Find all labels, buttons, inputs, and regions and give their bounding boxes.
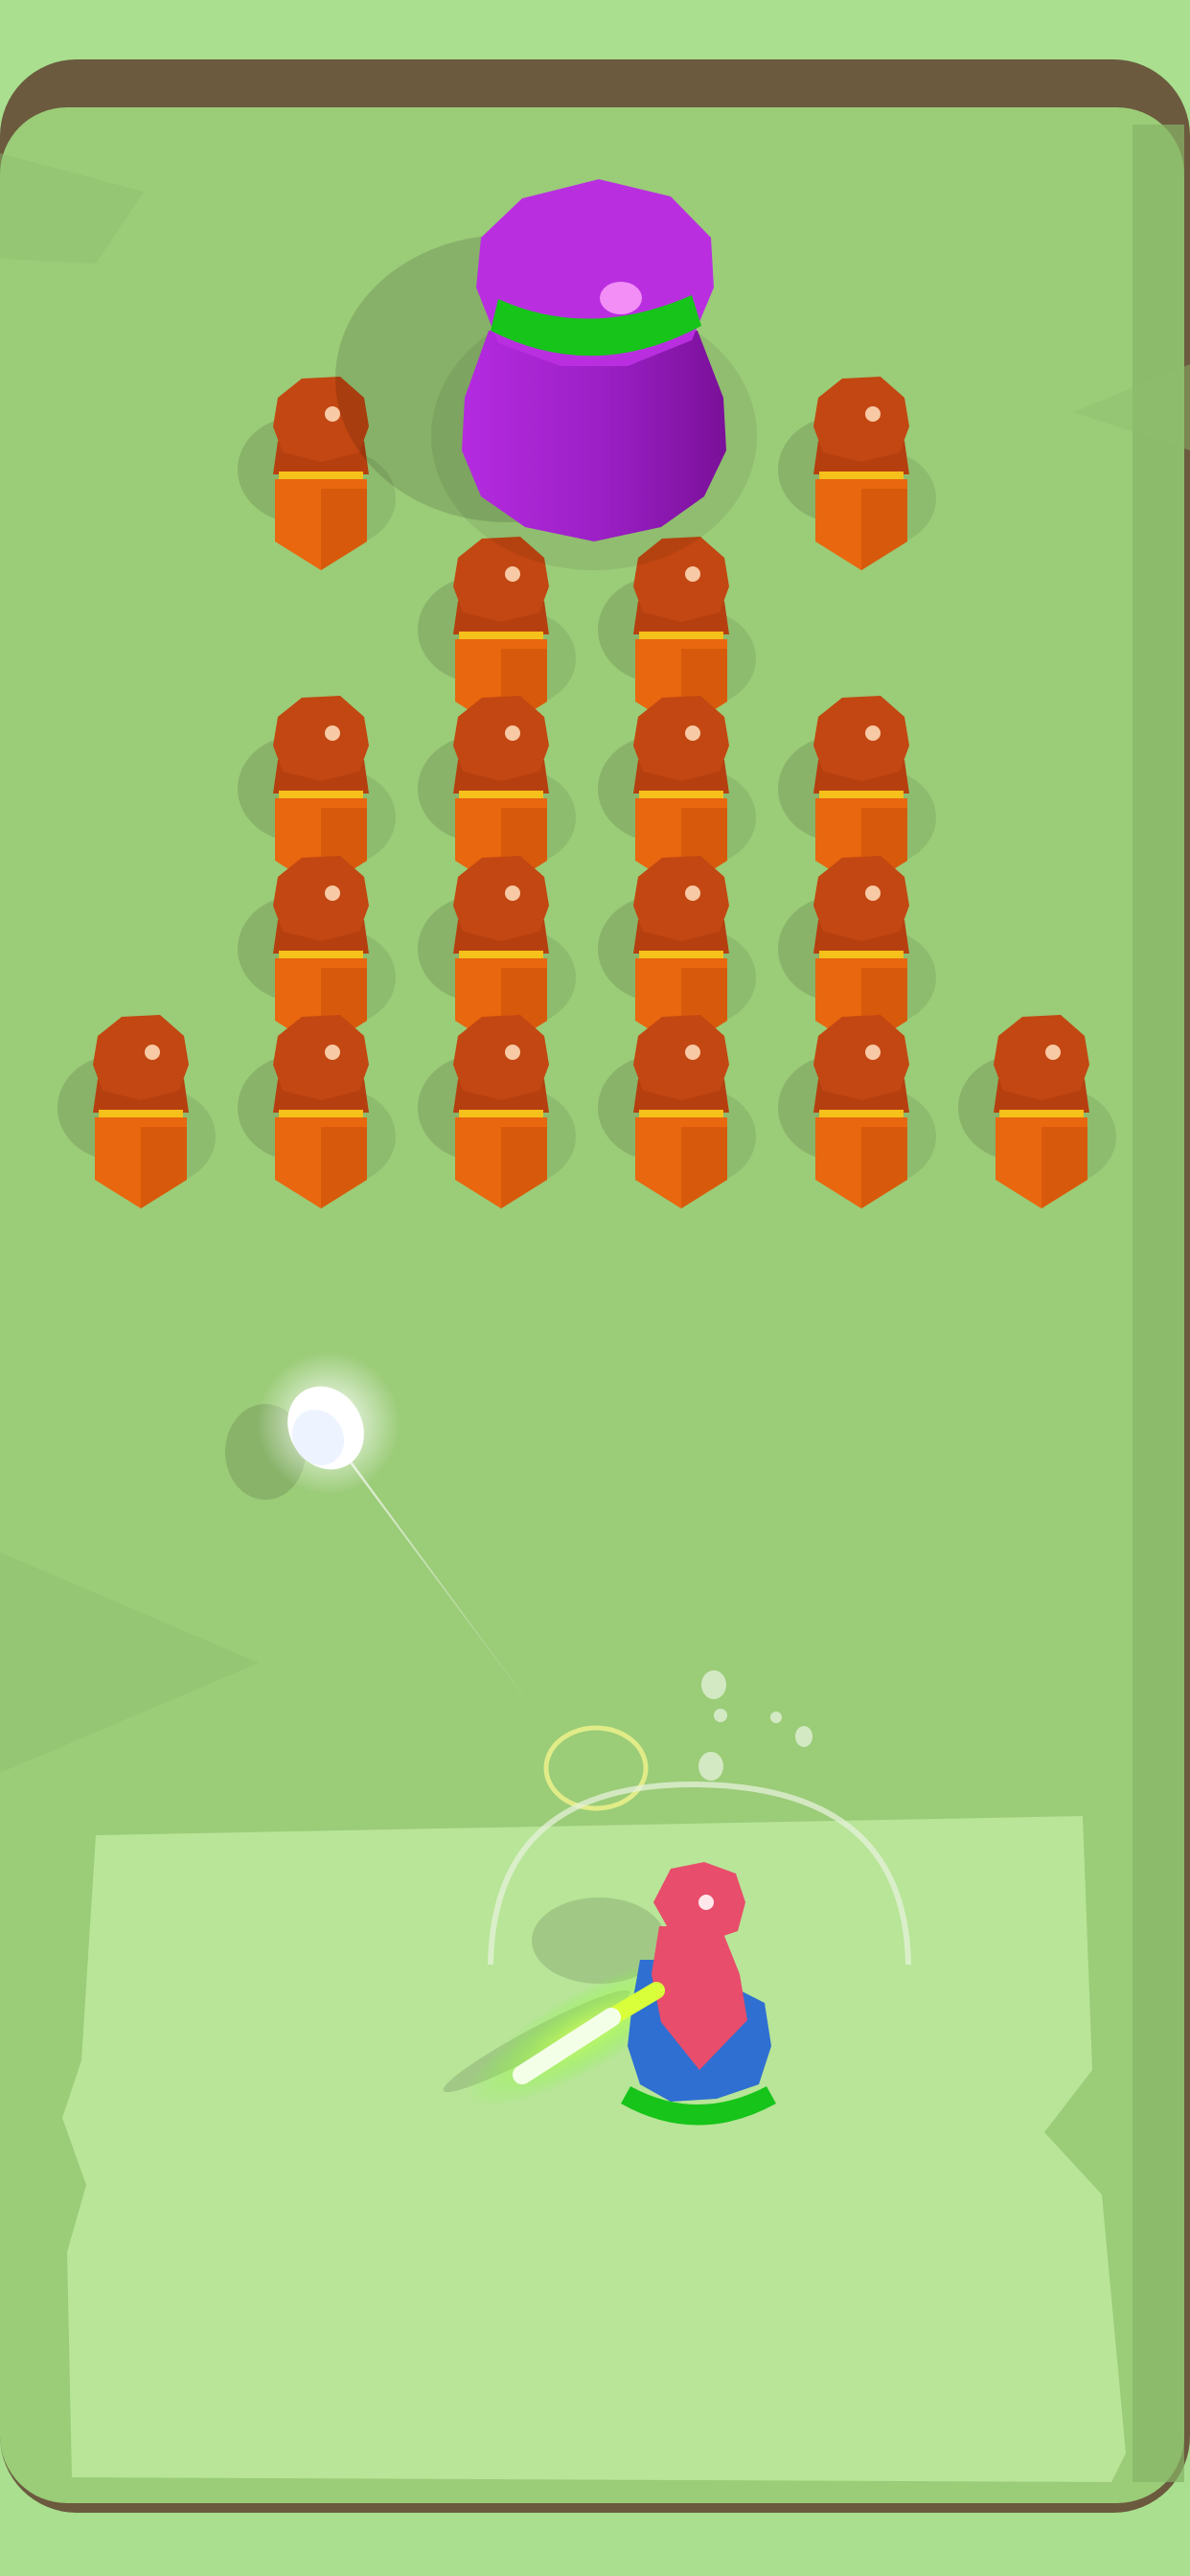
enemy-band bbox=[99, 1110, 183, 1117]
boss-eye bbox=[600, 282, 642, 314]
enemy-eye bbox=[505, 886, 520, 901]
enemy-band bbox=[819, 791, 904, 798]
player-eye bbox=[698, 1895, 714, 1910]
game-screen[interactable] bbox=[0, 0, 1190, 2576]
enemy-band bbox=[639, 1110, 723, 1117]
enemy-eye bbox=[685, 1045, 700, 1060]
enemy-band bbox=[279, 791, 363, 798]
enemy-eye bbox=[325, 725, 340, 741]
enemy-eye bbox=[865, 1045, 881, 1060]
enemy-eye bbox=[325, 886, 340, 901]
enemy-band bbox=[819, 951, 904, 958]
enemy-eye bbox=[325, 406, 340, 422]
enemy-eye bbox=[865, 725, 881, 741]
enemy-band bbox=[639, 951, 723, 958]
enemy-band bbox=[459, 791, 543, 798]
enemy-eye bbox=[1045, 1045, 1061, 1060]
enemy-band bbox=[279, 472, 363, 479]
enemy-eye bbox=[505, 1045, 520, 1060]
enemy-eye bbox=[505, 725, 520, 741]
enemy-eye bbox=[505, 566, 520, 582]
enemy-band bbox=[639, 791, 723, 798]
enemy-band bbox=[459, 951, 543, 958]
enemy-band bbox=[999, 1110, 1084, 1117]
enemy-eye bbox=[685, 566, 700, 582]
enemy-band bbox=[459, 632, 543, 639]
enemy-eye bbox=[145, 1045, 160, 1060]
enemy-band bbox=[819, 1110, 904, 1117]
enemy-band bbox=[279, 951, 363, 958]
enemy-band bbox=[639, 632, 723, 639]
enemy-eye bbox=[685, 725, 700, 741]
enemy-eye bbox=[685, 886, 700, 901]
enemy-eye bbox=[865, 886, 881, 901]
enemy-eye bbox=[325, 1045, 340, 1060]
enemy-band bbox=[819, 472, 904, 479]
enemy-eye bbox=[865, 406, 881, 422]
enemy-band bbox=[279, 1110, 363, 1117]
enemy-band bbox=[459, 1110, 543, 1117]
arena-right-wall bbox=[1133, 125, 1184, 2482]
game-canvas[interactable] bbox=[0, 0, 1190, 2576]
